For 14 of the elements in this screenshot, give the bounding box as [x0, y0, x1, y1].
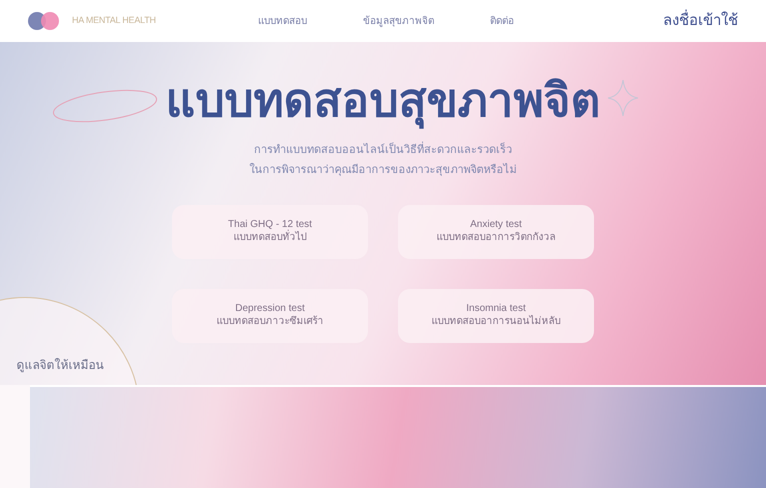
test-card[interactable]: Thai GHQ - 12 test แบบทดสอบทั่วไป [172, 204, 368, 258]
nav-link[interactable]: ข้อมูลสุขภาพจิต [363, 14, 434, 28]
subtitle-text: การทำแบบทดสอบออนไลน์เป็นวิธีที่สะดวกและรวดเร็ว [254, 142, 512, 158]
sparkle-icon [608, 80, 638, 116]
nav-link[interactable]: แบบทดสอบ [258, 14, 307, 28]
test-card[interactable]: Insomnia test แบบทดสอบอาการนอนไม่หลับ [398, 288, 594, 342]
test-card[interactable]: Anxiety test แบบทดสอบอาการวิตกกังวล [398, 204, 594, 258]
subtitle-text: ในการพิจารณาว่าคุณมีอาการของภาวะสุขภาพจิตหรือไม่ [250, 162, 516, 178]
logo-text: HA MENTAL HEALTH [72, 14, 156, 28]
nav-link[interactable]: ติดต่อ [490, 14, 514, 28]
test-card[interactable]: Depression test แบบทดสอบภาวะซึมเศร้า [172, 288, 368, 342]
side-text: ดูแลจิตให้เหมือน [16, 357, 104, 374]
page-title: แบบทดสอบสุขภาพจิต [166, 72, 600, 130]
login-link[interactable]: ลงชื่อเข้าใช้ [663, 10, 738, 32]
